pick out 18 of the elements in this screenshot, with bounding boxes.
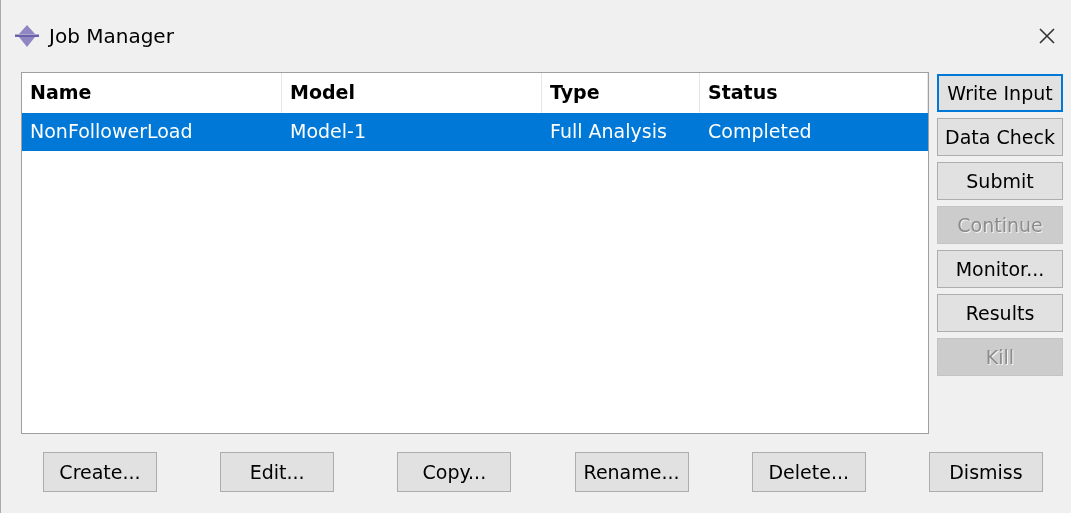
action-button[interactable]: Monitor... bbox=[937, 250, 1063, 288]
close-icon[interactable] bbox=[1039, 28, 1055, 44]
table-cell[interactable]: Model-1 bbox=[282, 113, 542, 151]
dialog-button[interactable]: Rename... bbox=[574, 452, 689, 492]
dialog-button[interactable]: Copy... bbox=[397, 452, 512, 492]
dialog-button[interactable]: Delete... bbox=[751, 452, 866, 492]
action-button[interactable]: Results bbox=[937, 294, 1063, 332]
table-cell[interactable]: NonFollowerLoad bbox=[22, 113, 282, 151]
action-button[interactable]: Submit bbox=[937, 162, 1063, 200]
dialog-button[interactable]: Dismiss bbox=[928, 452, 1043, 492]
action-button[interactable]: Write Input bbox=[937, 74, 1063, 112]
dialog-button[interactable]: Create... bbox=[43, 452, 157, 492]
action-button[interactable]: Data Check bbox=[937, 118, 1063, 156]
window-title: Job Manager bbox=[49, 24, 175, 48]
dialog-button[interactable]: Edit... bbox=[220, 452, 335, 492]
table-cell[interactable]: Full Analysis bbox=[542, 113, 700, 151]
app-icon bbox=[15, 25, 39, 47]
table-cell[interactable]: Completed bbox=[700, 113, 928, 151]
